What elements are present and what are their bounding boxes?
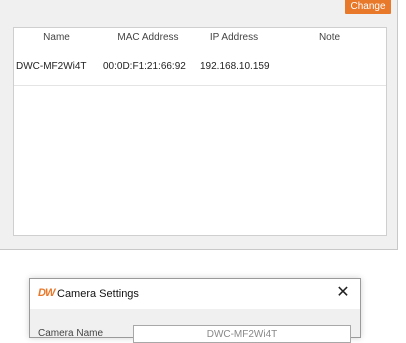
camera-list: Name MAC Address IP Address Note DWC-MF2… [13,27,387,236]
change-button[interactable]: Change [345,0,391,14]
column-header-name[interactable]: Name [14,32,99,43]
cell-mac-address: 00:0D:F1:21:66:92 [103,61,186,72]
dw-logo-icon: DW [38,287,55,299]
column-header-note[interactable]: Note [273,32,386,43]
list-header: Name MAC Address IP Address Note [14,28,386,47]
camera-settings-dialog: DW Camera Settings ✕ Camera Name [29,278,361,343]
column-header-ip-address[interactable]: IP Address [197,32,271,43]
table-row[interactable]: DWC-MF2Wi4T 00:0D:F1:21:66:92 192.168.10… [14,47,386,86]
cell-ip-address: 192.168.10.159 [200,61,270,72]
camera-list-panel: Change Name MAC Address IP Address Note … [0,0,398,250]
camera-name-input[interactable] [133,325,351,343]
close-icon[interactable]: ✕ [332,283,354,305]
cell-name: DWC-MF2Wi4T [16,61,87,72]
dialog-title: Camera Settings [57,288,139,300]
camera-name-label: Camera Name [38,328,104,339]
dialog-body: Camera Name [30,309,360,343]
column-header-mac-address[interactable]: MAC Address [101,32,195,43]
dialog-titlebar[interactable]: DW Camera Settings ✕ [30,279,360,309]
